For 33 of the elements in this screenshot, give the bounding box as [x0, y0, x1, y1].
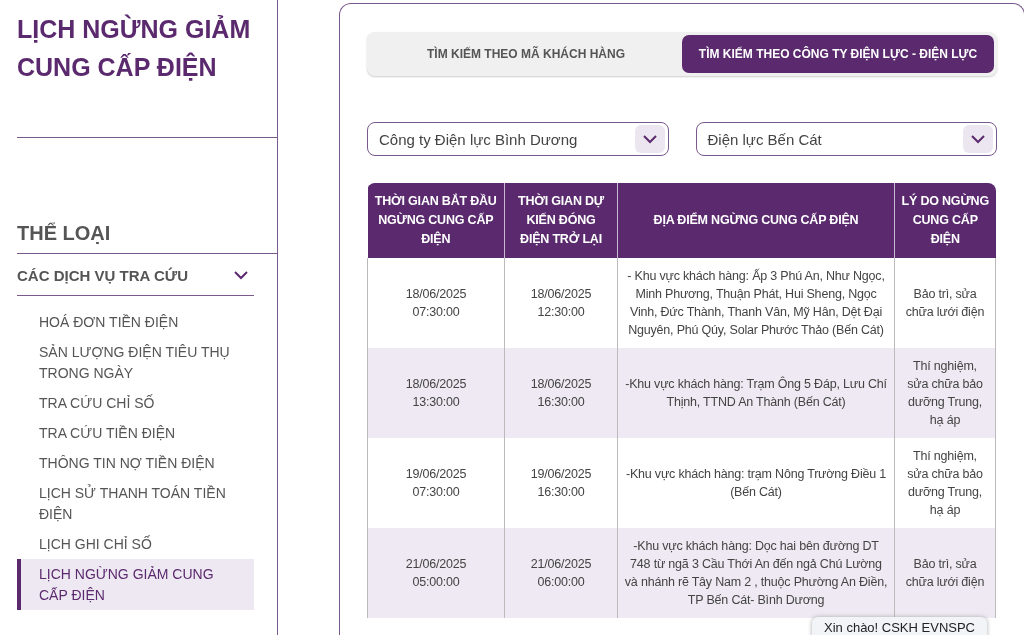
table-cell: Thí nghiệm, sửa chữa bảo dưỡng Trung, hạ áp	[894, 438, 996, 528]
column-header: THỜI GIAN DỰ KIẾN ĐÓNG ĐIỆN TRỞ LẠI	[504, 183, 618, 258]
category-heading: THỂ LOẠI	[17, 222, 112, 245]
sidebar-item[interactable]: HOÁ ĐƠN TIỀN ĐIỆN	[17, 307, 254, 337]
sidebar-item[interactable]: LỊCH SỬ THANH TOÁN TIỀN ĐIỆN	[17, 478, 254, 529]
table-cell: 18/06/2025 13:30:00	[367, 348, 505, 438]
table-cell: -Khu vực khách hàng: Dọc hai bên đường DT 748 từ ngã 3 Cầu Thới An đến ngả Chú Lường và nhánh rẽ Tây Nam 2 , thuộc Phường An Điền, TP Bến Cát- Bình Dương	[617, 528, 895, 618]
dropdown-field[interactable]: Công ty Điện lực Bình Dương	[367, 122, 669, 156]
search-tab[interactable]: TÌM KIẾM THEO MÃ KHÁCH HÀNG	[370, 35, 682, 73]
sidebar-item[interactable]: LỊCH GHI CHỈ SỐ	[17, 529, 254, 559]
sidebar-item[interactable]: TRA CỨU CHỈ SỐ	[17, 388, 254, 418]
dropdown-field[interactable]: Điện lực Bến Cát	[695, 122, 997, 156]
table-cell: 21/06/2025 06:00:00	[504, 528, 618, 618]
table-cell: -Khu vực khách hàng: Trạm Ông 5 Đáp, Lưu Chí Thịnh, TTND An Thành (Bến Cát)	[617, 348, 895, 438]
sidebar-item[interactable]: LỊCH NGỪNG GIẢM CUNG CẤP ĐIỆN	[17, 559, 254, 610]
table-cell: Bảo trì, sửa chữa lưới điện	[894, 258, 996, 348]
table-cell: 18/06/2025 16:30:00	[504, 348, 618, 438]
sidebar-item[interactable]: THÔNG TIN NỢ TIỀN ĐIỆN	[17, 448, 254, 478]
column-header: ĐỊA ĐIỂM NGỪNG CUNG CẤP ĐIỆN	[617, 183, 895, 258]
dropdown-chevron-icon	[634, 125, 665, 153]
chevron-icon	[234, 271, 248, 280]
column-header: THỜI GIAN BẮT ĐẦU NGỪNG CUNG CẤP ĐIỆN	[367, 183, 505, 258]
page-title: LỊCH NGỪNG GIẢM CUNG CẤP ĐIỆN	[17, 13, 252, 83]
search-tab[interactable]: TÌM KIẾM THEO CÔNG TY ĐIỆN LỰC - ĐIỆN LỰC	[682, 35, 994, 73]
column-header: LÝ DO NGỪNG CUNG CẤP ĐIỆN	[894, 183, 996, 258]
table-cell: Thí nghiệm, sửa chữa bảo dưỡng Trung, hạ áp	[894, 348, 996, 438]
chat-bubble[interactable]: Xin chào! CSKH EVNSPC	[812, 617, 987, 635]
dropdown-chevron-icon	[963, 125, 993, 153]
table-cell: Bảo trì, sửa chữa lưới điện	[894, 528, 996, 618]
table-cell: 21/06/2025 05:00:00	[367, 528, 505, 618]
services-group-toggle[interactable]: CÁC DỊCH VỤ TRA CỨU	[17, 254, 254, 295]
sidebar-item[interactable]: TRA CỨU TIỀN ĐIỆN	[17, 418, 254, 448]
sidebar-item[interactable]: SẢN LƯỢNG ĐIỆN TIÊU THỤ TRONG NGÀY	[17, 337, 254, 388]
